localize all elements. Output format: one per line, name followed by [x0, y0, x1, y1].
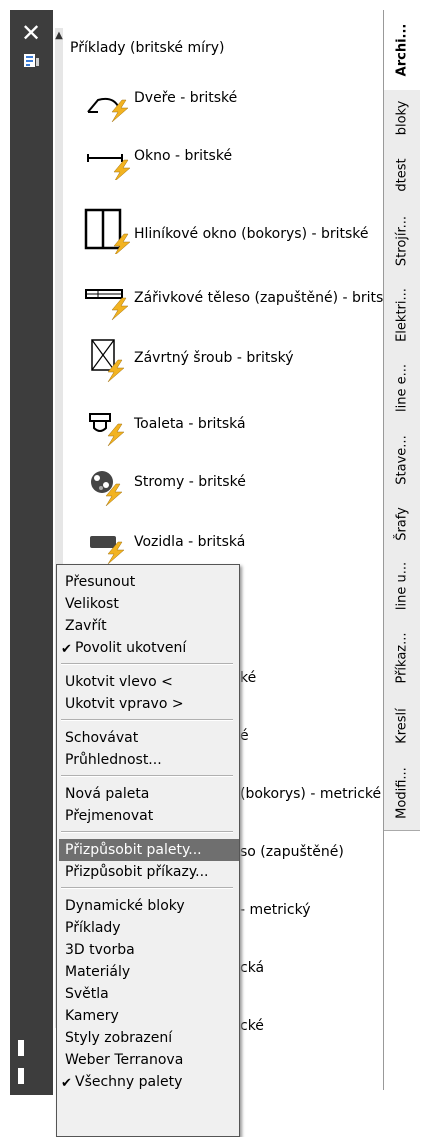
- menu-item-materials[interactable]: Materiály: [65, 961, 130, 983]
- menu-item-customize-commands[interactable]: Přizpůsobit příkazy...: [65, 861, 209, 883]
- menu-item-new-palette[interactable]: Nová paleta: [65, 783, 149, 805]
- menu-item-lights[interactable]: Světla: [65, 983, 109, 1005]
- checkmark-icon: ✔: [61, 642, 72, 657]
- tab-line-u[interactable]: line u...: [384, 552, 420, 621]
- menu-item-cameras[interactable]: Kamery: [65, 1005, 119, 1027]
- tool-label: Toaleta - britská: [134, 416, 246, 432]
- menu-item-auto-hide[interactable]: Schovávat: [65, 727, 138, 749]
- tool-door[interactable]: Dveře - britské: [84, 76, 384, 126]
- menu-item-rename[interactable]: Přejmenovat: [65, 805, 153, 827]
- menu-item-customize-palettes[interactable]: Přizpůsobit palety...: [59, 839, 239, 861]
- tab-hatches[interactable]: Šrafy: [384, 496, 420, 553]
- tab-draw[interactable]: Kreslí: [384, 696, 420, 757]
- tool-label: Zářivkové těleso (zapuštěné) - britské: [134, 290, 400, 306]
- tool-label: Stromy - britské: [134, 474, 246, 490]
- tab-architecture[interactable]: Archi...: [384, 10, 420, 91]
- hidden-tool-label: é: [240, 728, 249, 744]
- tab-blocks[interactable]: bloky: [384, 90, 420, 147]
- menu-separator: [61, 663, 233, 665]
- tool-label: Vozidla - britská: [134, 534, 246, 550]
- toilet-icon: [89, 413, 125, 447]
- tab-line-e[interactable]: line e...: [384, 352, 420, 425]
- tab-dtest[interactable]: dtest: [384, 146, 420, 205]
- palette-title-bar[interactable]: ✕: [10, 10, 53, 1095]
- menu-item-allow-docking[interactable]: Povolit ukotvení: [75, 637, 186, 659]
- menu-item-dynamic-blocks[interactable]: Dynamické bloky: [65, 895, 185, 917]
- menu-item-size[interactable]: Velikost: [65, 593, 119, 615]
- tool-toilet[interactable]: Toaleta - britská: [84, 402, 384, 452]
- tool-label: Okno - britské: [134, 148, 233, 164]
- hidden-tool-label: so (zapuštěné): [240, 844, 344, 860]
- tool-label: Závrtný šroub - britský: [134, 350, 294, 366]
- tool-trees[interactable]: Stromy - britské: [84, 460, 384, 510]
- vehicle-icon: [90, 536, 125, 565]
- close-icon[interactable]: ✕: [20, 21, 42, 45]
- palette-context-menu: Přesunout Velikost Zavřít ✔ Povolit ukot…: [56, 564, 240, 1137]
- menu-item-close[interactable]: Zavřít: [65, 615, 107, 637]
- tool-aluminium-window[interactable]: Hliníkové okno (bokorys) - britské: [84, 206, 384, 256]
- checkmark-icon: ✔: [61, 1076, 72, 1091]
- menu-item-dock-right[interactable]: Ukotvit vpravo >: [65, 693, 184, 715]
- menu-item-all-palettes[interactable]: Všechny palety: [75, 1071, 182, 1093]
- palette-title: Příklady (britské míry): [70, 40, 225, 56]
- tab-electrical[interactable]: Elektri...: [384, 278, 420, 353]
- aluminium-window-icon: [84, 208, 131, 254]
- menu-item-examples[interactable]: Příklady: [65, 917, 121, 939]
- menu-item-transparency[interactable]: Průhlednost...: [65, 749, 162, 771]
- menu-separator: [61, 831, 233, 833]
- menu-item-dock-left[interactable]: Ukotvit vlevo <: [65, 671, 173, 693]
- menu-separator: [61, 775, 233, 777]
- hidden-tool-label: ké: [240, 670, 257, 686]
- properties-icon[interactable]: [23, 52, 41, 70]
- tab-commands[interactable]: Příkaz...: [384, 620, 420, 697]
- tool-label: Dveře - britské: [134, 90, 238, 106]
- tool-screw[interactable]: Závrtný šroub - britský: [84, 336, 384, 386]
- menu-item-3d-modeling[interactable]: 3D tvorba: [65, 939, 135, 961]
- menu-item-move[interactable]: Přesunout: [65, 571, 135, 593]
- hidden-tool-label: (bokorys) - metrické: [240, 786, 382, 802]
- scroll-up-arrow-icon[interactable]: ▲: [55, 30, 63, 42]
- tab-mechanical[interactable]: Strojír...: [384, 204, 420, 279]
- window-icon: [87, 154, 131, 180]
- trees-icon: [91, 471, 123, 506]
- tab-modify[interactable]: Modifi...: [384, 756, 420, 831]
- palette-tab-strip: Archi... bloky dtest Strojír... Elektri.…: [383, 10, 421, 1090]
- hidden-tool-label: - metrický: [240, 902, 311, 918]
- menu-item-weber-terranova[interactable]: Weber Terranova: [65, 1049, 183, 1071]
- edge-marker: [18, 1040, 24, 1056]
- menu-separator: [61, 887, 233, 889]
- menu-item-visual-styles[interactable]: Styly zobrazení: [65, 1027, 172, 1049]
- tool-vehicles[interactable]: Vozidla - britská: [84, 520, 384, 570]
- edge-marker: [18, 1068, 24, 1084]
- hidden-tool-label: cké: [240, 1018, 264, 1034]
- hidden-tool-label: cká: [240, 960, 265, 976]
- fluorescent-light-icon: [85, 289, 129, 321]
- tab-construction[interactable]: Stave...: [384, 424, 420, 497]
- menu-separator: [61, 719, 233, 721]
- tool-window[interactable]: Okno - britské: [84, 134, 384, 184]
- door-icon: [87, 97, 129, 122]
- tool-label: Hliníkové okno (bokorys) - britské: [134, 226, 369, 242]
- tool-fluorescent-light[interactable]: Zářivkové těleso (zapuštěné) - britské: [84, 276, 400, 326]
- screw-icon: [91, 339, 125, 383]
